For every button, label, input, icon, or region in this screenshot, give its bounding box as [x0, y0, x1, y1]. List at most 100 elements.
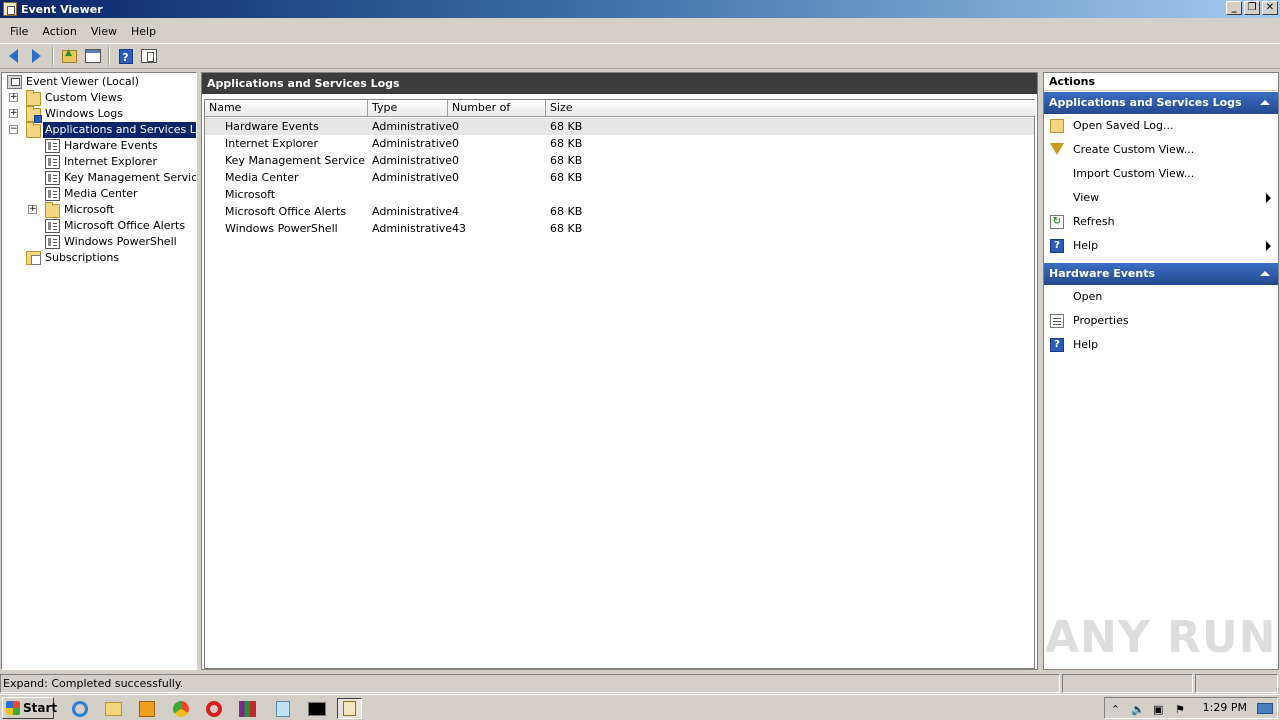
minimize-button[interactable]: _ — [1226, 1, 1242, 15]
tree-item-subscriptions[interactable]: Subscriptions — [2, 250, 196, 266]
taskbar-chrome[interactable] — [168, 698, 193, 719]
tree-item-microsoft[interactable]: + Microsoft — [2, 202, 196, 218]
windows-logo-icon — [6, 701, 20, 715]
action-help-hardware-events[interactable]: ? Help — [1044, 333, 1278, 357]
tree-label: Windows Logs — [45, 107, 123, 120]
folder-filter-icon — [26, 90, 41, 106]
action-help[interactable]: ? Help — [1044, 234, 1278, 258]
action-import-custom-view[interactable]: Import Custom View... — [1044, 162, 1278, 186]
taskbar-notepad[interactable] — [270, 698, 295, 719]
refresh-icon: ↻ — [1050, 215, 1064, 229]
cell-size: 68 KB — [550, 171, 583, 184]
tree-item-media-center[interactable]: Media Center — [2, 186, 196, 202]
cell-type: Administrative — [372, 222, 453, 235]
taskbar-media-player[interactable] — [134, 698, 159, 719]
restore-button[interactable]: ❐ — [1244, 1, 1260, 15]
taskbar-explorer[interactable] — [101, 698, 126, 719]
action-center-flag-icon[interactable]: ⚑ — [1175, 703, 1185, 716]
taskbar-internet-explorer[interactable] — [67, 698, 92, 719]
taskbar-winrar[interactable] — [235, 698, 260, 719]
table-row[interactable]: Hardware Events Administrative 0 68 KB — [205, 118, 1034, 135]
column-header-number-of-events[interactable]: Number of Events — [448, 100, 546, 130]
show-hide-console-tree-button[interactable] — [82, 46, 103, 67]
cell-size: 68 KB — [550, 120, 583, 133]
menu-action[interactable]: Action — [35, 23, 83, 40]
collapse-caret-icon[interactable] — [1260, 100, 1270, 105]
cell-name: Internet Explorer — [225, 137, 318, 150]
action-create-custom-view[interactable]: Create Custom View... — [1044, 138, 1278, 162]
tree-item-root[interactable]: Event Viewer (Local) — [2, 74, 196, 90]
action-label: Properties — [1073, 314, 1129, 327]
menu-view[interactable]: View — [84, 23, 124, 40]
close-button[interactable]: ✕ — [1262, 1, 1278, 15]
help-icon: ? — [1050, 239, 1064, 253]
tree-label: Windows PowerShell — [64, 235, 177, 248]
table-row[interactable]: Microsoft Office Alerts Administrative 4… — [205, 203, 1034, 220]
tree-item-windows-powershell[interactable]: Windows PowerShell — [2, 234, 196, 250]
action-refresh[interactable]: ↻ Refresh — [1044, 210, 1278, 234]
column-header-size[interactable]: Size — [546, 100, 1036, 116]
action-pane-icon — [140, 49, 157, 63]
taskbar-event-viewer[interactable] — [337, 698, 362, 719]
cell-events: 0 — [452, 154, 459, 167]
collapse-caret-icon[interactable] — [1260, 271, 1270, 276]
cell-size: 68 KB — [550, 154, 583, 167]
cell-events: 0 — [452, 137, 459, 150]
taskbar-cmd[interactable] — [304, 698, 329, 719]
cell-name: Hardware Events — [225, 120, 319, 133]
back-button[interactable] — [3, 46, 24, 67]
start-label: Start — [23, 701, 58, 715]
tree-item-microsoft-office-alerts[interactable]: Microsoft Office Alerts — [2, 218, 196, 234]
action-view[interactable]: View — [1044, 186, 1278, 210]
expand-icon[interactable]: + — [28, 205, 37, 214]
actions-section-header-applications-and-services-logs[interactable]: Applications and Services Logs — [1044, 92, 1278, 114]
show-hide-action-pane-button[interactable] — [138, 46, 159, 67]
cell-type: Administrative — [372, 171, 453, 184]
forward-button[interactable] — [26, 46, 47, 67]
tree-item-hardware-events[interactable]: Hardware Events — [2, 138, 196, 154]
menu-file[interactable]: File — [3, 23, 35, 40]
collapse-icon[interactable]: − — [9, 125, 18, 134]
tree-item-key-management-service[interactable]: Key Management Service — [2, 170, 196, 186]
clock[interactable]: 1:29 PM — [1203, 701, 1247, 714]
expand-icon[interactable]: + — [9, 109, 18, 118]
event-log-icon — [45, 155, 60, 169]
command-prompt-icon — [307, 701, 326, 716]
table-row[interactable]: Windows PowerShell Administrative 43 68 … — [205, 220, 1034, 237]
folder-icon — [105, 701, 122, 716]
actions-section-header-hardware-events[interactable]: Hardware Events — [1044, 263, 1278, 285]
tree-item-custom-views[interactable]: + Custom Views — [2, 90, 196, 106]
expand-icon[interactable]: + — [9, 93, 18, 102]
event-log-icon — [45, 139, 60, 153]
help-icon: ? — [118, 48, 133, 64]
table-row[interactable]: Key Management Service Administrative 0 … — [205, 152, 1034, 169]
network-icon[interactable]: ▣ — [1153, 703, 1163, 716]
action-open[interactable]: Open — [1044, 285, 1278, 309]
action-label: Help — [1073, 338, 1099, 351]
column-header-type[interactable]: Type — [368, 100, 448, 116]
computer-log-icon — [7, 75, 22, 89]
event-viewer-icon — [343, 701, 356, 716]
tree-item-windows-logs[interactable]: + Windows Logs — [2, 106, 196, 123]
notepad-icon — [275, 700, 290, 717]
taskbar-opera[interactable] — [201, 698, 226, 719]
start-button[interactable]: Start — [2, 697, 58, 719]
column-header-name[interactable]: Name — [205, 100, 368, 116]
cell-type: Administrative — [372, 137, 453, 150]
help-toolbar-button[interactable]: ? — [115, 46, 136, 67]
system-tray: ⌃ 🔈 ▣ ⚑ 1:29 PM — [1104, 697, 1278, 719]
table-row[interactable]: Internet Explorer Administrative 0 68 KB — [205, 135, 1034, 152]
show-desktop-icon[interactable] — [1257, 703, 1273, 714]
event-log-icon — [45, 187, 60, 201]
action-properties[interactable]: Properties — [1044, 309, 1278, 333]
action-open-saved-log[interactable]: Open Saved Log... — [1044, 114, 1278, 138]
volume-icon[interactable]: 🔈 — [1131, 703, 1145, 716]
internet-explorer-icon — [71, 700, 88, 717]
table-row[interactable]: Media Center Administrative 0 68 KB — [205, 169, 1034, 186]
table-row[interactable]: Microsoft — [205, 186, 1034, 203]
menu-help[interactable]: Help — [124, 23, 163, 40]
up-one-level-button[interactable] — [59, 46, 80, 67]
tree-item-applications-and-services-logs[interactable]: − Applications and Services Logs — [2, 122, 196, 138]
show-hidden-icons-icon[interactable]: ⌃ — [1111, 703, 1120, 716]
tree-item-internet-explorer[interactable]: Internet Explorer — [2, 154, 196, 170]
